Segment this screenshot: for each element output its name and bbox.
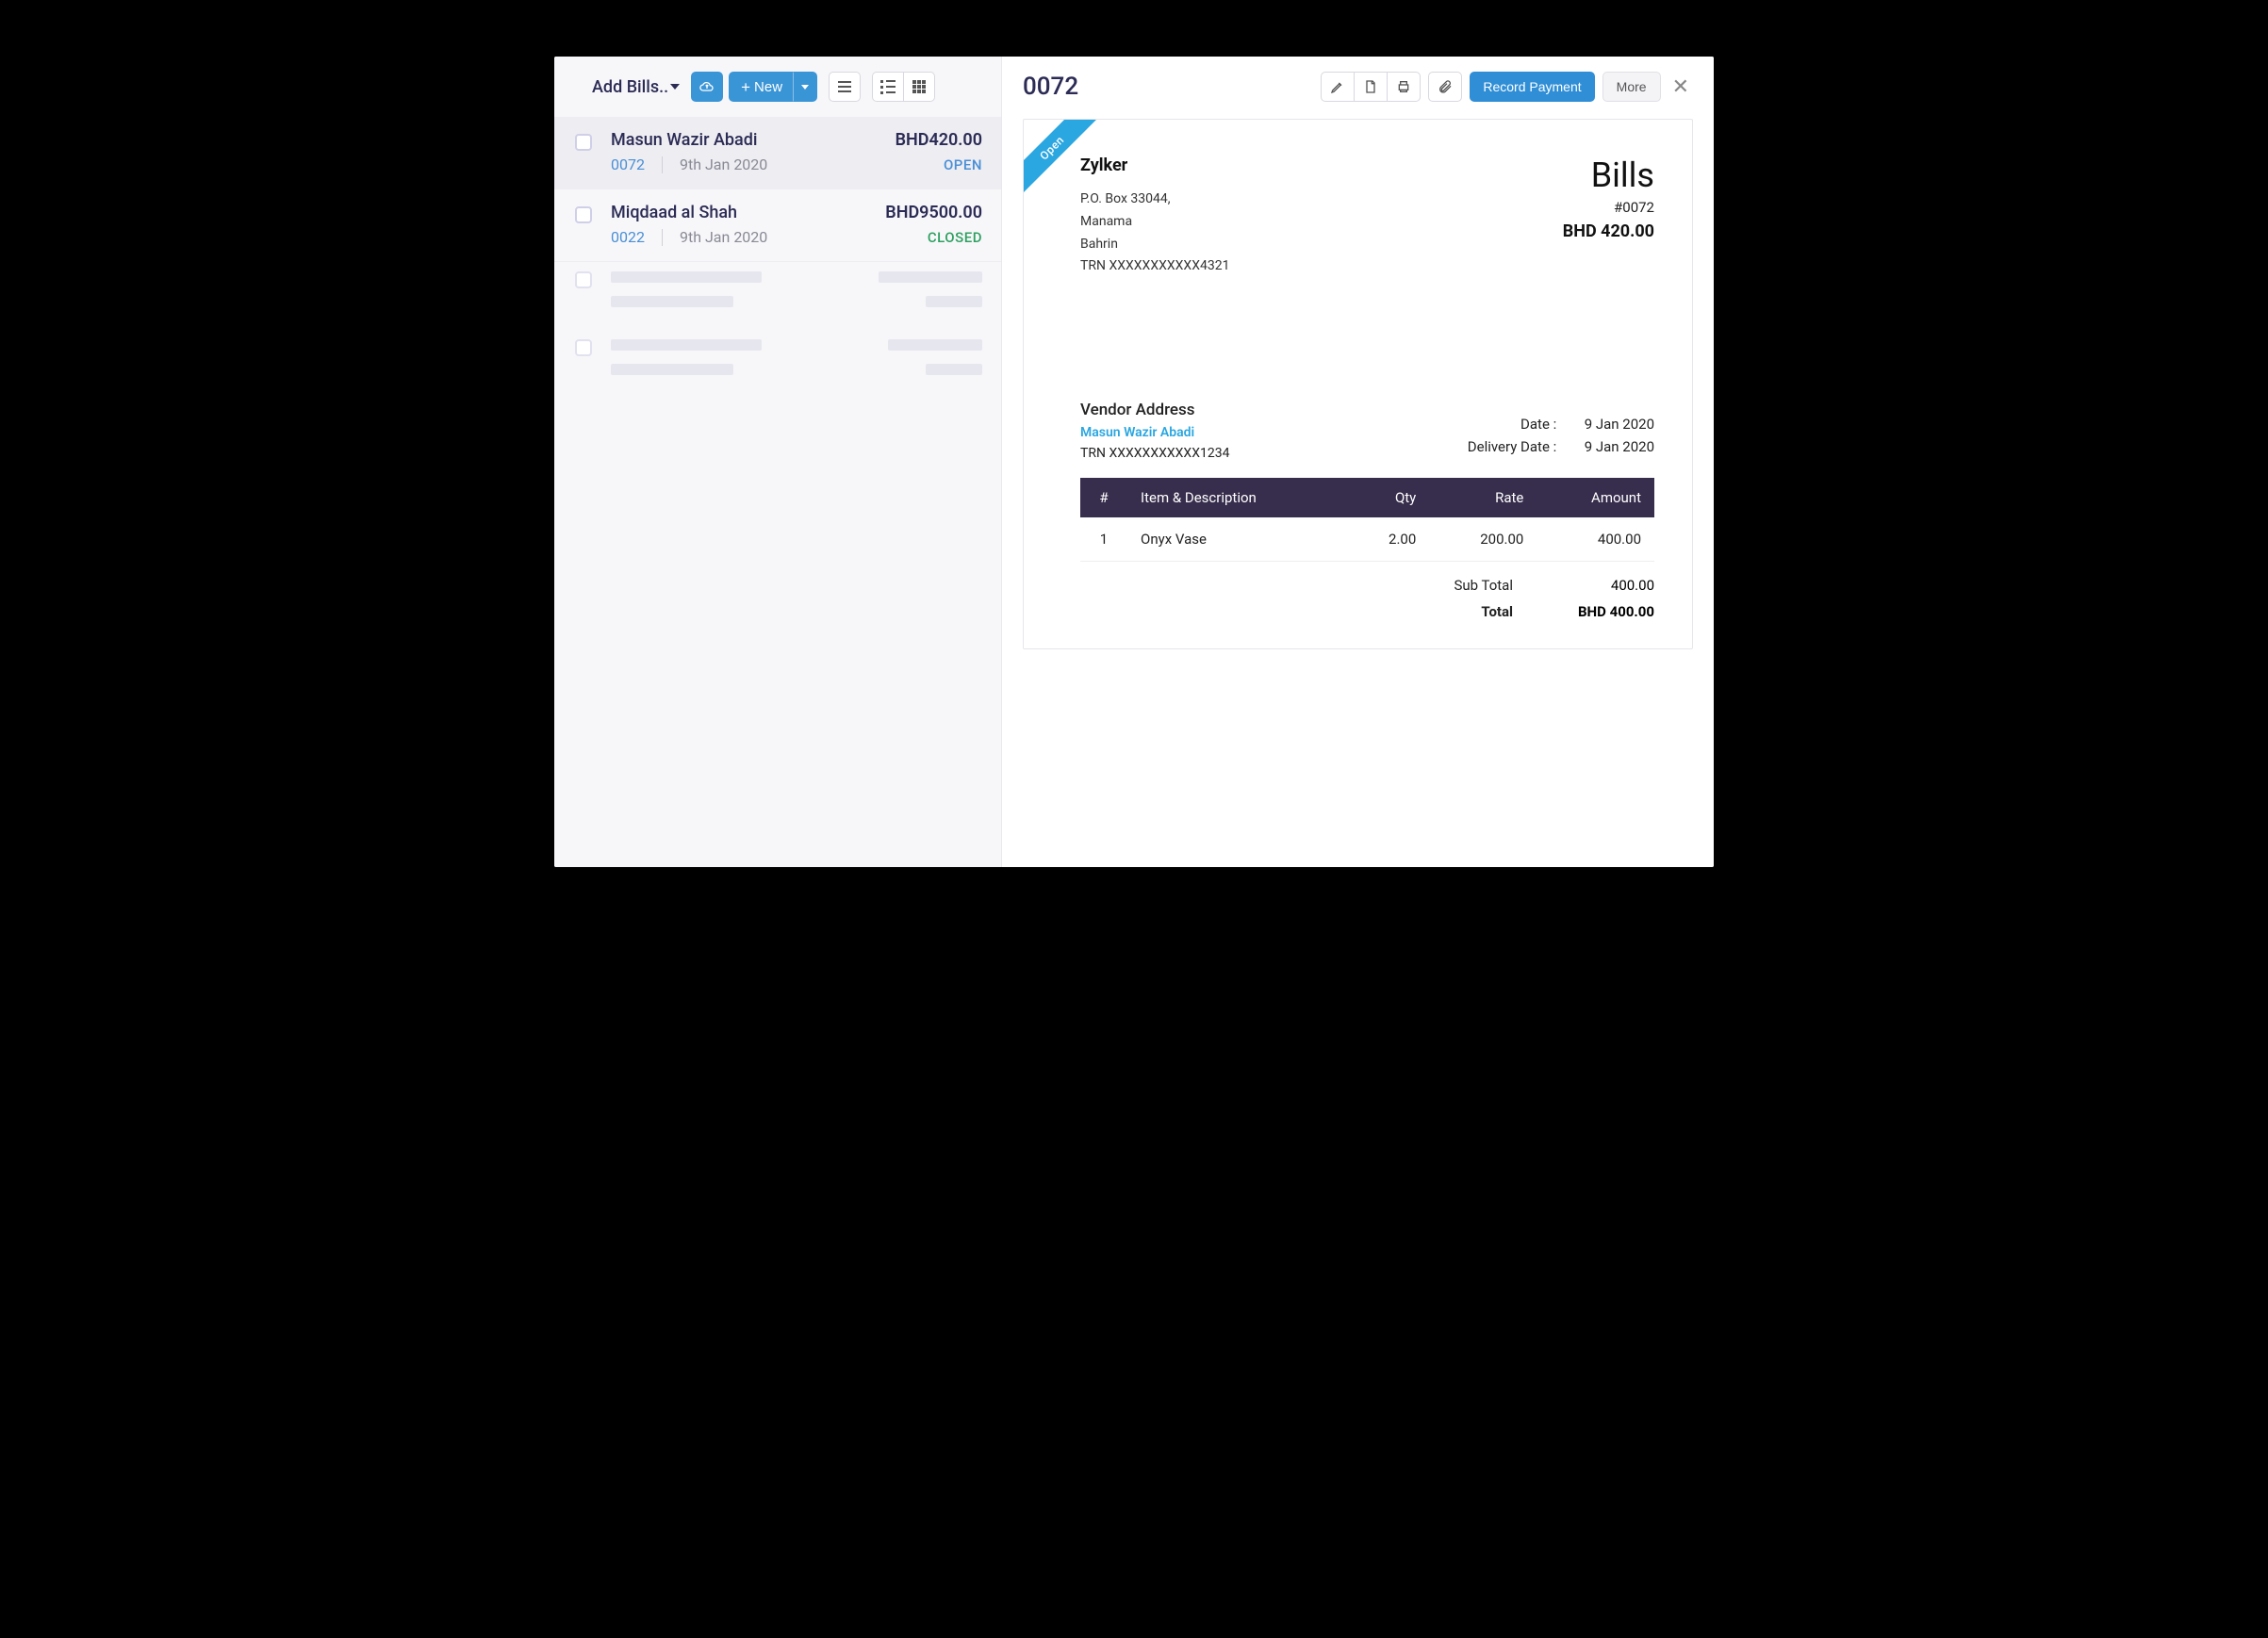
- bill-date: 9th Jan 2020: [680, 228, 767, 246]
- document-number: #0072: [1563, 199, 1654, 216]
- document-actions: [1321, 72, 1421, 102]
- col-amount: Amount: [1537, 478, 1654, 517]
- list-item-placeholder: [554, 330, 1001, 398]
- table-header-row: # Item & Description Qty Rate Amount: [1080, 478, 1654, 517]
- table-row: 1 Onyx Vase 2.00 200.00 400.00: [1080, 517, 1654, 562]
- document-amount: BHD 420.00: [1563, 221, 1654, 241]
- company-name: Zylker: [1080, 156, 1229, 175]
- col-number: #: [1080, 478, 1127, 517]
- cloud-upload-button[interactable]: [691, 72, 723, 102]
- vendor-dates-row: Vendor Address Masun Wazir Abadi TRN XXX…: [1080, 401, 1654, 461]
- record-payment-button[interactable]: Record Payment: [1470, 72, 1594, 102]
- pdf-button[interactable]: [1354, 72, 1388, 102]
- row-checkbox[interactable]: [575, 206, 592, 223]
- vendor-name: Miqdaad al Shah: [611, 203, 737, 222]
- new-label: New: [754, 79, 782, 95]
- delivery-date-label: Delivery Date :: [1443, 438, 1556, 455]
- bill-amount: BHD420.00: [896, 130, 982, 150]
- vendor-heading: Vendor Address: [1080, 401, 1229, 419]
- bill-detail-panel: 0072 Record Payment More ✕ Open: [1002, 57, 1714, 867]
- col-qty: Qty: [1346, 478, 1429, 517]
- company-trn: TRN XXXXXXXXXXX4321: [1080, 255, 1229, 278]
- address-line: Bahrin: [1080, 234, 1229, 256]
- status-badge: OPEN: [944, 156, 982, 173]
- calendar-grid-icon: [912, 80, 926, 93]
- lines-icon: [838, 81, 851, 92]
- divider: [662, 156, 663, 173]
- pdf-file-icon: [1363, 79, 1378, 94]
- vendor-trn: TRN XXXXXXXXXXX1234: [1080, 446, 1229, 461]
- list-icon: [880, 80, 896, 94]
- edit-button[interactable]: [1321, 72, 1355, 102]
- print-button[interactable]: [1387, 72, 1421, 102]
- cell-number: 1: [1080, 517, 1127, 562]
- totals-block: Sub Total 400.00 Total BHD 400.00: [1080, 577, 1654, 620]
- delivery-date-value: 9 Jan 2020: [1570, 438, 1654, 455]
- new-button[interactable]: + New: [729, 72, 795, 102]
- printer-icon: [1396, 79, 1411, 94]
- detail-toolbar: 0072 Record Payment More ✕: [1023, 72, 1693, 119]
- add-bills-dropdown[interactable]: Add Bills..: [592, 77, 680, 97]
- list-item[interactable]: Miqdaad al Shah BHD9500.00 0022 9th Jan …: [554, 189, 1001, 262]
- page-title: 0072: [1023, 73, 1313, 101]
- row-checkbox[interactable]: [575, 134, 592, 151]
- bill-number: 0022: [611, 228, 645, 246]
- list-item-placeholder: [554, 262, 1001, 330]
- pencil-icon: [1330, 79, 1345, 94]
- add-bills-label: Add Bills..: [592, 77, 668, 97]
- dates-block: Date : 9 Jan 2020 Delivery Date : 9 Jan …: [1443, 416, 1654, 461]
- document-type: Bills: [1563, 156, 1654, 195]
- chevron-down-icon: [670, 84, 680, 90]
- more-button[interactable]: More: [1602, 72, 1661, 102]
- row-checkbox: [575, 339, 592, 356]
- cell-item: Onyx Vase: [1127, 517, 1346, 562]
- col-rate: Rate: [1429, 478, 1537, 517]
- cloud-icon: [699, 79, 715, 94]
- plus-icon: +: [741, 79, 750, 95]
- vendor-address-block: Vendor Address Masun Wazir Abadi TRN XXX…: [1080, 401, 1229, 461]
- subtotal-value: 400.00: [1551, 577, 1654, 594]
- document-header: Zylker P.O. Box 33044, Manama Bahrin TRN…: [1080, 156, 1654, 278]
- bill-number: 0072: [611, 156, 645, 173]
- bill-date: 9th Jan 2020: [680, 156, 767, 173]
- list-toolbar: Add Bills.. + New: [554, 57, 1001, 117]
- cell-qty: 2.00: [1346, 517, 1429, 562]
- document-title-block: Bills #0072 BHD 420.00: [1563, 156, 1654, 278]
- grid-view-button[interactable]: [903, 72, 935, 102]
- total-value: BHD 400.00: [1551, 603, 1654, 620]
- list-item[interactable]: Masun Wazir Abadi BHD420.00 0072 9th Jan…: [554, 117, 1001, 189]
- new-button-group: + New: [729, 72, 817, 102]
- new-button-dropdown[interactable]: [793, 72, 817, 102]
- date-value: 9 Jan 2020: [1570, 416, 1654, 433]
- app-window: Add Bills.. + New: [554, 57, 1714, 867]
- bills-list: Masun Wazir Abadi BHD420.00 0072 9th Jan…: [554, 117, 1001, 867]
- total-label: Total: [1428, 603, 1513, 620]
- list-view-button[interactable]: [872, 72, 904, 102]
- attach-button[interactable]: [1428, 72, 1462, 102]
- close-icon[interactable]: ✕: [1668, 75, 1693, 99]
- vendor-name: Masun Wazir Abadi: [611, 130, 757, 150]
- line-items-table: # Item & Description Qty Rate Amount 1 O…: [1080, 478, 1654, 562]
- divider: [662, 229, 663, 246]
- row-checkbox: [575, 271, 592, 288]
- view-toggle-group: [872, 72, 935, 102]
- address-line: Manama: [1080, 211, 1229, 234]
- bills-list-panel: Add Bills.. + New: [554, 57, 1002, 867]
- status-badge: CLOSED: [928, 229, 982, 246]
- date-label: Date :: [1443, 416, 1556, 433]
- paperclip-icon: [1438, 79, 1453, 94]
- bill-amount: BHD9500.00: [885, 203, 982, 222]
- cell-rate: 200.00: [1429, 517, 1537, 562]
- view-lines-button[interactable]: [829, 72, 861, 102]
- company-block: Zylker P.O. Box 33044, Manama Bahrin TRN…: [1080, 156, 1229, 278]
- col-item: Item & Description: [1127, 478, 1346, 517]
- subtotal-label: Sub Total: [1428, 577, 1513, 594]
- vendor-link[interactable]: Masun Wazir Abadi: [1080, 425, 1229, 440]
- chevron-down-icon: [801, 85, 809, 90]
- cell-amount: 400.00: [1537, 517, 1654, 562]
- bill-document: Open Zylker P.O. Box 33044, Manama Bahri…: [1023, 119, 1693, 649]
- address-line: P.O. Box 33044,: [1080, 188, 1229, 211]
